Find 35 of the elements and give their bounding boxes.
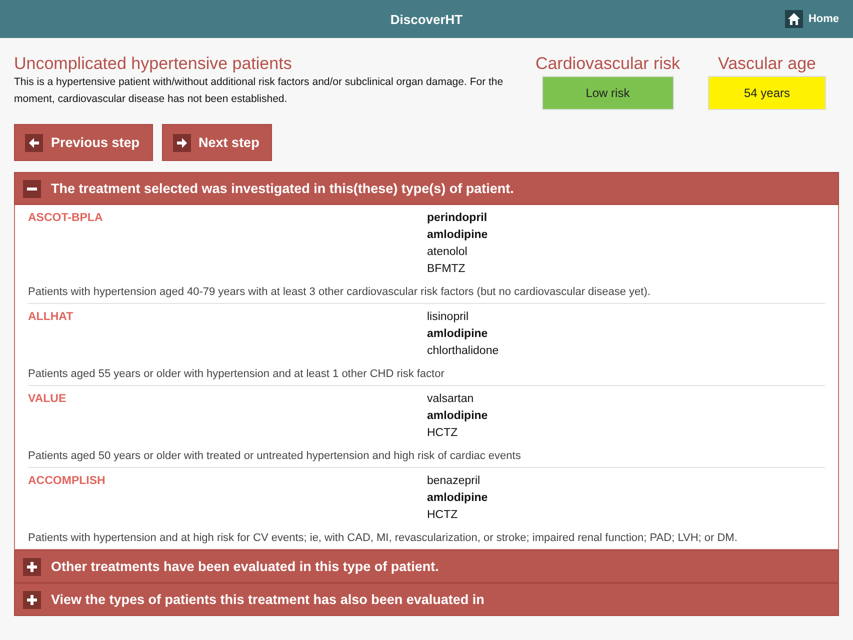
vascular-age-value: 54 years [708,76,826,110]
home-button[interactable]: Home [785,10,839,28]
drug-name: chlorthalidone [427,344,499,359]
trial-name: ASCOT-BPLA [28,211,104,226]
previous-step-button[interactable]: Previous step [14,124,153,161]
trial-name: ALLHAT [28,310,74,325]
trial-name: VALUE [28,392,68,407]
risk-label: Cardiovascular risk [535,54,680,74]
drug-name: atenolol [427,245,468,260]
next-step-button[interactable]: Next step [162,124,272,161]
drug-name: amlodipine [427,409,488,424]
vascular-age-label: Vascular age [718,54,816,74]
app-title: DiscoverHT [390,12,463,26]
drug-name: HCTZ [427,426,459,441]
trial-population: Patients with hypertension and at high risk for CV events; ie, with CAD, MI, revascularization, or stroke; impaired renal function; PAD; LVH; or DM. [28,531,738,546]
risk-value: Low risk [542,76,674,110]
drug-name: valsartan [427,392,475,407]
trial-population: Patients aged 50 years or older with treated or untreated hypertension and high risk of cardiac events [28,449,522,464]
accordion-header[interactable]: The treatment selected was investigated in this(these) type(s) of patient. [14,172,839,205]
drug-name: benazepril [427,474,482,489]
home-icon [785,10,804,28]
drug-name: HCTZ [427,508,459,523]
drug-name: BFMTZ [427,262,466,277]
trial-population: Patients aged 55 years or older with hypertension and at least 1 other CHD risk factor [28,367,446,382]
drug-name: amlodipine [427,327,489,342]
patient-type-description: This is a hypertensive patient with/without additional risk factors and/or subclinical organ damage. For the moment, cardiovascular disease has not been established. [14,75,504,107]
drug-name: perindopril [427,211,488,226]
trial-name: ACCOMPLISH [28,474,106,489]
accordion-header[interactable]: Other treatments have been evaluated in this type of patient. [14,550,839,583]
trial-population: Patients with hypertension aged 40-79 years with at least 3 other cardiovascular risk factors (but no cardiovascular disease yet). [28,285,652,300]
drug-name: lisinopril [427,310,470,325]
drug-name: amlodipine [427,228,488,243]
accordion-header[interactable]: View the types of patients this treatment has also been evaluated in [14,583,839,616]
patient-type-title: Uncomplicated hypertensive patients [14,54,293,74]
drug-name: amlodipine [427,491,488,506]
